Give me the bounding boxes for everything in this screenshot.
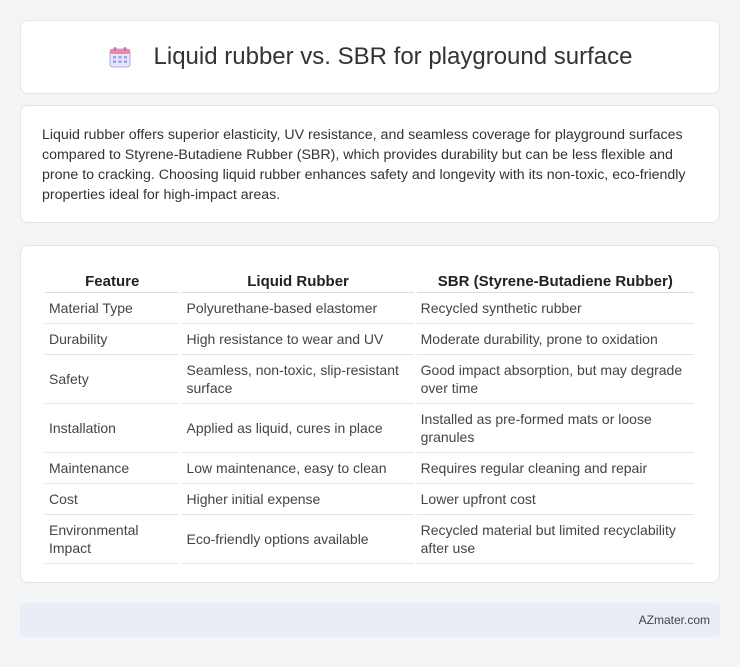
cell-feature: Durability — [45, 324, 180, 355]
calendar-icon — [108, 45, 132, 69]
cell-feature: Safety — [45, 355, 180, 404]
header-sbr: SBR (Styrene-Butadiene Rubber) — [416, 265, 694, 293]
table-header-row: Feature Liquid Rubber SBR (Styrene-Butad… — [45, 265, 694, 293]
table-row: Safety Seamless, non-toxic, slip-resista… — [45, 355, 694, 404]
summary-text: Liquid rubber offers superior elasticity… — [42, 127, 686, 203]
cell-liquid-rubber: High resistance to wear and UV — [182, 324, 414, 355]
cell-liquid-rubber: Low maintenance, easy to clean — [182, 453, 414, 484]
table-row: Cost Higher initial expense Lower upfron… — [45, 484, 694, 515]
comparison-card: Feature Liquid Rubber SBR (Styrene-Butad… — [20, 245, 720, 583]
table-row: Maintenance Low maintenance, easy to cle… — [45, 453, 694, 484]
cell-feature: Environmental Impact — [45, 515, 180, 564]
summary-card: Liquid rubber offers superior elasticity… — [20, 105, 720, 223]
cell-sbr: Lower upfront cost — [416, 484, 694, 515]
table-row: Installation Applied as liquid, cures in… — [45, 404, 694, 453]
cell-sbr: Recycled material but limited recyclabil… — [416, 515, 694, 564]
header-feature: Feature — [45, 265, 180, 293]
cell-liquid-rubber: Applied as liquid, cures in place — [182, 404, 414, 453]
table-row: Environmental Impact Eco-friendly option… — [45, 515, 694, 564]
footer-brand: AZmater.com — [638, 613, 710, 627]
cell-sbr: Moderate durability, prone to oxidation — [416, 324, 694, 355]
cell-sbr: Installed as pre-formed mats or loose gr… — [416, 404, 694, 453]
table-row: Material Type Polyurethane-based elastom… — [45, 293, 694, 324]
comparison-table: Feature Liquid Rubber SBR (Styrene-Butad… — [42, 265, 697, 564]
cell-liquid-rubber: Higher initial expense — [182, 484, 414, 515]
cell-feature: Material Type — [45, 293, 180, 324]
title-card: Liquid rubber vs. SBR for playground sur… — [20, 20, 720, 94]
cell-sbr: Good impact absorption, but may degrade … — [416, 355, 694, 404]
cell-liquid-rubber: Eco-friendly options available — [182, 515, 414, 564]
cell-liquid-rubber: Seamless, non-toxic, slip-resistant surf… — [182, 355, 414, 404]
page-title: Liquid rubber vs. SBR for playground sur… — [153, 43, 633, 70]
cell-sbr: Requires regular cleaning and repair — [416, 453, 694, 484]
cell-liquid-rubber: Polyurethane-based elastomer — [182, 293, 414, 324]
header-liquid-rubber: Liquid Rubber — [182, 265, 414, 293]
footer: AZmater.com — [20, 603, 720, 637]
cell-feature: Cost — [45, 484, 180, 515]
cell-feature: Installation — [45, 404, 180, 453]
table-row: Durability High resistance to wear and U… — [45, 324, 694, 355]
cell-sbr: Recycled synthetic rubber — [416, 293, 694, 324]
cell-feature: Maintenance — [45, 453, 180, 484]
